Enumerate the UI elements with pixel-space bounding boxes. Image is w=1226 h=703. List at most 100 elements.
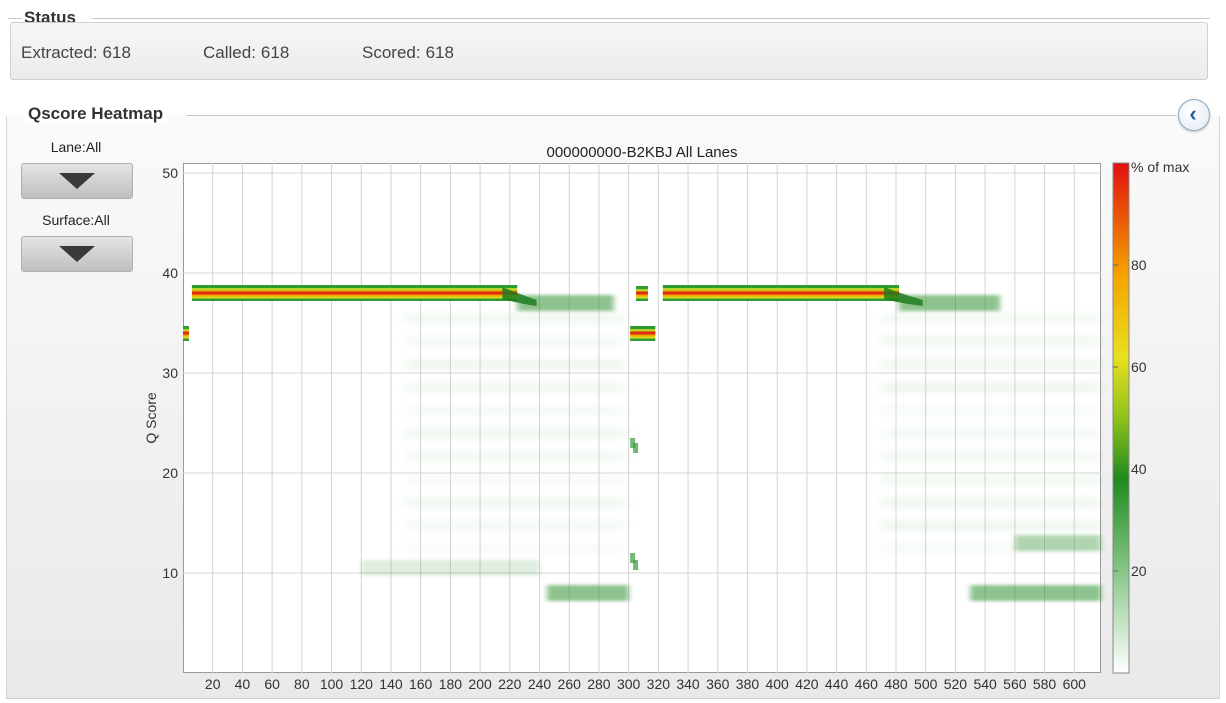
x-tick-label: 60 — [264, 676, 280, 692]
heatmap-haze — [881, 314, 1101, 323]
x-tick-label: 200 — [468, 676, 492, 692]
x-tick-label: 500 — [914, 676, 938, 692]
x-tick-label: 300 — [617, 676, 641, 692]
colorbar-tick-label: 80 — [1131, 257, 1147, 273]
x-tick-label: 520 — [944, 676, 968, 692]
heatmap-haze — [405, 521, 626, 530]
x-tick-label: 340 — [676, 676, 700, 692]
x-tick-label: 180 — [439, 676, 463, 692]
heatmap-cell — [183, 336, 189, 339]
heatmap-cell — [662, 285, 899, 288]
heatmap-cell — [183, 334, 189, 337]
heatmap-band-high — [191, 285, 518, 301]
heatmap-haze — [881, 429, 1101, 438]
colorbar-tick-label: 60 — [1131, 359, 1147, 375]
heatmap-band-high — [183, 326, 189, 341]
colorbar — [1112, 162, 1130, 674]
x-tick-label: 20 — [205, 676, 221, 692]
heatmap-cell — [636, 286, 648, 289]
heatmap-band-low — [1014, 535, 1101, 551]
heatmap-cell — [636, 291, 648, 295]
heatmap-cell — [636, 289, 648, 292]
heatmap-cell — [636, 296, 648, 299]
y-tick-label: 50 — [162, 165, 178, 181]
heatmap-haze — [405, 406, 626, 415]
x-tick-label: 100 — [320, 676, 344, 692]
x-tick-label: 540 — [973, 676, 997, 692]
heatmap-cell — [633, 443, 639, 453]
y-tick-label: 10 — [162, 565, 178, 581]
y-tick-labels: 10 20 30 40 50 — [162, 165, 178, 581]
x-tick-label: 380 — [736, 676, 760, 692]
heatmap-band-low — [546, 585, 629, 601]
heatmap-haze — [881, 498, 1101, 507]
x-tick-label: 260 — [558, 676, 582, 692]
heatmap-cell — [630, 338, 656, 341]
heatmap-cell — [636, 294, 648, 297]
x-tick-label: 600 — [1063, 676, 1087, 692]
heatmap-haze — [881, 452, 1101, 461]
heatmap-cell — [662, 291, 899, 295]
heatmap-cell — [662, 294, 899, 297]
x-tick-label: 280 — [587, 676, 611, 692]
y-tick-label: 30 — [162, 365, 178, 381]
heatmap-cell — [630, 331, 656, 335]
heatmap-haze — [405, 314, 626, 323]
heatmap-haze — [881, 337, 1101, 346]
x-tick-label: 460 — [855, 676, 879, 692]
heatmap-cell — [191, 288, 518, 291]
heatmap-cell — [191, 294, 518, 297]
x-tick-label: 220 — [498, 676, 522, 692]
heatmap-haze — [881, 383, 1101, 392]
x-tick-label: 580 — [1033, 676, 1057, 692]
heatmap-band-low — [970, 585, 1101, 601]
x-tick-label: 240 — [528, 676, 552, 692]
heatmap-band-high — [662, 285, 899, 301]
heatmap-haze — [405, 360, 626, 369]
x-tick-label: 80 — [294, 676, 310, 692]
x-tick-label: 120 — [350, 676, 374, 692]
heatmap-cell — [662, 298, 899, 301]
x-tick-label: 420 — [795, 676, 819, 692]
heatmap-haze — [405, 452, 626, 461]
colorbar-label: % of max — [1131, 159, 1189, 175]
heatmap-cell — [630, 334, 656, 337]
heatmap-haze — [881, 475, 1101, 484]
x-tick-label: 560 — [1003, 676, 1027, 692]
heatmap-haze — [405, 544, 626, 553]
grid-lines — [183, 163, 1101, 673]
y-axis-label: Q Score — [143, 392, 159, 444]
heatmap-chart: 20 40 60 80 100 120 140 160 180 200 220 240 260 280 30… — [143, 159, 1189, 692]
x-tick-label: 40 — [235, 676, 251, 692]
heatmap-cells — [183, 285, 1101, 601]
heatmap-cell — [630, 329, 656, 332]
heatmap-band-high — [630, 326, 656, 341]
x-tick-labels: 20 40 60 80 100 120 140 160 180 200 220 240 260 280 30… — [205, 676, 1086, 692]
heatmap-cell — [183, 338, 189, 341]
heatmap-cell — [662, 296, 899, 299]
heatmap-cell — [191, 291, 518, 295]
heatmap-haze — [881, 521, 1101, 530]
heatmap-haze — [881, 406, 1101, 415]
heatmap-band-low — [361, 560, 540, 576]
heatmap-cell — [183, 329, 189, 332]
heatmap-cell — [191, 298, 518, 301]
heatmap-haze — [405, 475, 626, 484]
heatmap-cell — [636, 298, 648, 301]
heatmap-cell — [630, 336, 656, 339]
x-tick-label: 440 — [825, 676, 849, 692]
colorbar-tick-label: 40 — [1131, 461, 1147, 477]
x-tick-label: 320 — [647, 676, 671, 692]
heatmap-cell — [630, 326, 656, 329]
heatmap-cell — [183, 331, 189, 335]
heatmap-cell — [191, 285, 518, 288]
heatmap-haze — [405, 498, 626, 507]
x-tick-label: 400 — [765, 676, 789, 692]
heatmap-haze — [405, 429, 626, 438]
heatmap-haze — [405, 337, 626, 346]
x-tick-label: 160 — [409, 676, 433, 692]
heatmap-cell — [662, 288, 899, 291]
heatmap-haze — [405, 383, 626, 392]
heatmap-band-high — [636, 286, 648, 301]
x-tick-label: 360 — [706, 676, 730, 692]
